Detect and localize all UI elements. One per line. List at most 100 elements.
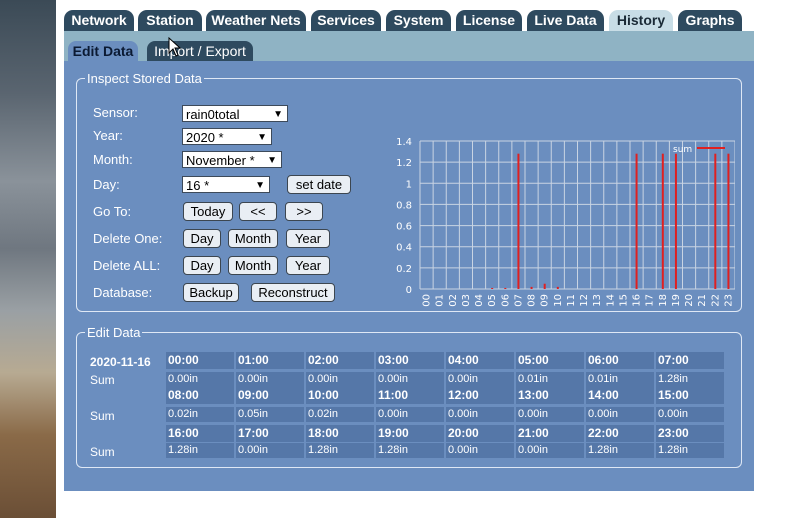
chevron-down-icon: ▼: [273, 109, 283, 120]
hour-value-field[interactable]: 1.28in: [306, 443, 374, 458]
hour-value-field[interactable]: 0.00in: [236, 443, 304, 458]
x-tick-label: 22: [710, 294, 721, 307]
x-tick-label: 21: [697, 294, 708, 307]
hour-value-field[interactable]: 0.00in: [236, 372, 304, 387]
hour-value-field[interactable]: 0.00in: [516, 407, 584, 422]
delete-one-label: Delete One:: [93, 231, 163, 246]
hour-header: 19:00: [376, 425, 444, 442]
hour-value-field[interactable]: 0.05in: [236, 407, 304, 422]
inspect-stored-data-group: Inspect Stored Data Sensor: rain0total ▼ …: [76, 71, 742, 312]
edit-date-label: 2020-11-16: [90, 355, 151, 369]
hour-value-field[interactable]: 0.00in: [446, 407, 514, 422]
hour-header: 10:00: [306, 387, 374, 404]
hour-value-field[interactable]: 0.00in: [446, 372, 514, 387]
x-tick-label: 12: [579, 294, 590, 307]
day-select[interactable]: 16 * ▼: [182, 176, 270, 193]
bar: [543, 283, 546, 289]
bar: [635, 153, 638, 289]
hour-value-field[interactable]: 0.00in: [656, 407, 724, 422]
bar: [714, 153, 717, 289]
chevron-down-icon: ▼: [257, 132, 267, 143]
hour-value-field[interactable]: 0.01in: [586, 372, 654, 387]
hour-value-field[interactable]: 1.28in: [376, 443, 444, 458]
hour-header: 12:00: [446, 387, 514, 404]
edit-data-group: Edit Data 2020-11-16 Sum 00:00 01:00 02:00 03…: [76, 325, 742, 468]
sensor-select[interactable]: rain0total ▼: [182, 105, 288, 122]
hour-header: 04:00: [446, 352, 514, 369]
tab-history[interactable]: History: [609, 10, 673, 31]
backup-button[interactable]: Backup: [183, 283, 239, 302]
hour-value-field[interactable]: 0.00in: [306, 372, 374, 387]
delete-all-month-button[interactable]: Month: [228, 256, 278, 275]
hour-value-field[interactable]: 0.01in: [516, 372, 584, 387]
year-select[interactable]: 2020 * ▼: [182, 128, 272, 145]
x-tick-label: 17: [645, 294, 656, 307]
subtab-edit-data[interactable]: Edit Data: [68, 41, 138, 61]
y-tick-label: 1.2: [396, 158, 412, 169]
hour-value-field[interactable]: 1.28in: [166, 443, 234, 458]
x-tick-label: 01: [435, 294, 446, 307]
edit-legend: Edit Data: [87, 325, 141, 340]
x-tick-label: 00: [422, 294, 433, 307]
delete-one-day-button[interactable]: Day: [183, 229, 221, 248]
delete-all-label: Delete ALL:: [93, 258, 161, 273]
next-day-button[interactable]: >>: [285, 202, 323, 221]
hour-value-field[interactable]: 0.00in: [376, 372, 444, 387]
hour-header: 15:00: [656, 387, 724, 404]
tab-station[interactable]: Station: [138, 10, 202, 31]
set-date-button[interactable]: set date: [287, 175, 351, 194]
previous-day-button[interactable]: <<: [239, 202, 277, 221]
hour-value-field[interactable]: 0.00in: [376, 407, 444, 422]
bar: [727, 153, 730, 289]
month-label: Month:: [93, 152, 133, 167]
tab-network[interactable]: Network: [64, 10, 134, 31]
reconstruct-button[interactable]: Reconstruct: [251, 283, 335, 302]
x-tick-label: 10: [553, 294, 564, 307]
year-label: Year:: [93, 128, 123, 143]
y-tick-label: 0.2: [396, 264, 412, 275]
delete-all-year-button[interactable]: Year: [286, 256, 330, 275]
today-button[interactable]: Today: [183, 202, 233, 221]
x-tick-label: 04: [474, 294, 485, 307]
rain-history-chart: 0 0.2 0.4 0.6 0.8 1 1.2 1.4 00 01 02 03 04 05 06 07 08 09…: [396, 137, 735, 307]
tab-graphs[interactable]: Graphs: [678, 10, 742, 31]
tab-live-data[interactable]: Live Data: [527, 10, 604, 31]
hour-value-field[interactable]: 0.00in: [586, 407, 654, 422]
subtab-import-export[interactable]: Import / Export: [147, 41, 253, 61]
delete-all-day-button[interactable]: Day: [183, 256, 221, 275]
x-tick-label: 18: [658, 294, 669, 307]
hour-value-field[interactable]: 0.02in: [166, 407, 234, 422]
month-select[interactable]: November * ▼: [182, 151, 282, 168]
hour-header: 16:00: [166, 425, 234, 442]
x-tick-label: 07: [513, 294, 524, 307]
hour-header: 08:00: [166, 387, 234, 404]
main-tab-bar: Network Station Weather Nets Services Sy…: [64, 10, 754, 31]
hour-value-field[interactable]: 0.00in: [446, 443, 514, 458]
mouse-cursor-icon: [168, 37, 182, 57]
hour-value-field[interactable]: 1.28in: [656, 372, 724, 387]
history-panel: Inspect Stored Data Sensor: rain0total ▼ …: [64, 61, 754, 491]
hour-value-field[interactable]: 0.00in: [166, 372, 234, 387]
x-tick-label: 05: [487, 294, 498, 307]
hour-value-field[interactable]: 1.28in: [656, 443, 724, 458]
y-tick-label: 0.6: [396, 222, 412, 233]
hour-header: 02:00: [306, 352, 374, 369]
tab-system[interactable]: System: [386, 10, 451, 31]
tab-license[interactable]: License: [456, 10, 522, 31]
bar: [661, 153, 664, 289]
desktop-background: [0, 0, 56, 518]
delete-one-month-button[interactable]: Month: [228, 229, 278, 248]
bar: [556, 286, 559, 289]
chevron-down-icon: ▼: [267, 155, 277, 166]
tab-services[interactable]: Services: [311, 10, 381, 31]
x-tick-label: 06: [500, 294, 511, 307]
delete-one-year-button[interactable]: Year: [286, 229, 330, 248]
bar: [504, 287, 507, 289]
hour-header: 03:00: [376, 352, 444, 369]
hour-value-field[interactable]: 0.00in: [516, 443, 584, 458]
tab-weather-nets[interactable]: Weather Nets: [206, 10, 306, 31]
sensor-label: Sensor:: [93, 105, 138, 120]
hour-value-field[interactable]: 1.28in: [586, 443, 654, 458]
y-tick-label: 0.8: [396, 200, 412, 211]
hour-value-field[interactable]: 0.02in: [306, 407, 374, 422]
